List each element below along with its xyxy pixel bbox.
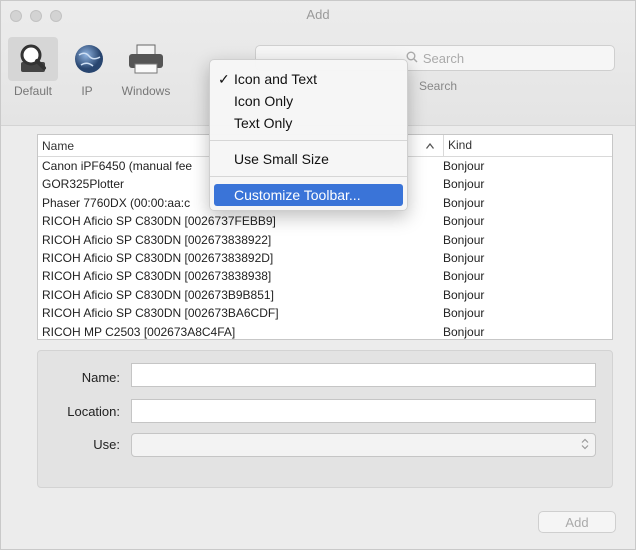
search-placeholder: Search <box>422 50 465 66</box>
row-kind: Bonjour <box>443 269 485 284</box>
name-label: Name: <box>81 370 120 385</box>
menu-item-customize-toolbar[interactable]: Customize Toolbar... <box>214 184 403 206</box>
window-title: Add <box>306 7 330 22</box>
row-kind: Bonjour <box>443 250 485 265</box>
row-kind: Bonjour <box>443 214 485 229</box>
table-row[interactable]: RICOH Aficio SP C830DN [002673BA6CDF] Bon… <box>38 304 612 322</box>
printer-default-icon <box>8 37 58 81</box>
row-name: RICOH Aficio SP C830DN [0026737FEBB9] <box>42 214 276 229</box>
row-name: RICOH Aficio SP C830DN [002673BA6CDF] <box>42 306 279 321</box>
toolbar-windows-label: Windows <box>121 84 171 98</box>
menu-item-label: Customize Toolbar... <box>234 187 361 203</box>
row-name: Phaser 7760DX (00:00:aa:c <box>42 195 191 210</box>
sort-indicator-icon <box>425 140 435 152</box>
table-row[interactable]: RICOH MP C2503 [002673A8C4FA] Bonjour <box>38 323 612 339</box>
row-name: GOR325Plotter <box>42 177 125 192</box>
table-row[interactable]: RICOH Aficio SP C830DN [002673838922] Bon… <box>38 231 612 249</box>
row-name: RICOH Aficio SP C830DN [002673838922] <box>42 232 272 247</box>
toolbar-default-button[interactable]: Default <box>3 37 63 98</box>
name-field[interactable] <box>131 363 596 387</box>
menu-separator <box>210 176 407 177</box>
row-kind: Bonjour <box>443 159 485 173</box>
row-name: RICOH MP C2503 [002673A8C4FA] <box>42 324 236 339</box>
globe-icon <box>67 37 111 81</box>
location-field[interactable] <box>131 399 596 423</box>
table-row[interactable]: RICOH Aficio SP C830DN [002673838938] Bon… <box>38 267 612 285</box>
table-row[interactable]: RICOH Aficio SP C830DN [002673B9B851] Bon… <box>38 286 612 304</box>
row-name: Canon iPF6450 (manual fee <box>42 159 193 173</box>
row-kind: Bonjour <box>443 306 485 321</box>
menu-item-text-only[interactable]: Text Only <box>210 112 407 134</box>
menu-item-icon-only[interactable]: Icon Only <box>210 90 407 112</box>
row-kind: Bonjour <box>443 195 485 210</box>
table-row[interactable]: RICOH Aficio SP C830DN [00267383892D] Bon… <box>38 249 612 267</box>
row-name: RICOH Aficio SP C830DN [00267383892D] <box>42 250 274 265</box>
row-kind: Bonjour <box>443 177 485 192</box>
menu-item-label: Text Only <box>234 115 293 131</box>
printer-details-panel: Name: Location: Use: <box>37 350 613 488</box>
table-row[interactable]: RICOH Aficio SP C830DN [0026737FEBB9] Bon… <box>38 212 612 230</box>
add-printer-window: Add Default IP Windows Search Search Nam… <box>0 0 636 550</box>
add-button[interactable]: Add <box>538 511 616 533</box>
toolbar-ip-label: IP <box>81 84 93 98</box>
menu-item-label: Icon Only <box>234 93 294 109</box>
row-kind: Bonjour <box>443 232 485 247</box>
toolbar-windows-button[interactable]: Windows <box>111 37 181 98</box>
toolbar-ip-button[interactable]: IP <box>67 37 107 98</box>
menu-item-label: Icon and Text <box>234 71 318 87</box>
toolbar-context-menu: ✓ Icon and Text Icon Only Text Only Use … <box>209 59 408 211</box>
menu-item-icon-and-text[interactable]: ✓ Icon and Text <box>210 68 407 90</box>
updown-chevron-icon <box>581 438 589 453</box>
row-name: RICOH Aficio SP C830DN [002673838938] <box>42 269 272 284</box>
checkmark-icon: ✓ <box>218 71 230 87</box>
search-toolbar-label: Search <box>419 79 458 93</box>
menu-item-label: Use Small Size <box>234 151 329 167</box>
row-name: RICOH Aficio SP C830DN [002673B9B851] <box>42 287 274 302</box>
row-kind: Bonjour <box>443 287 485 302</box>
location-label: Location: <box>67 404 120 419</box>
column-header-name[interactable]: Name <box>42 139 74 153</box>
column-header-kind[interactable]: Kind <box>443 135 472 156</box>
use-select[interactable] <box>131 433 596 457</box>
menu-separator <box>210 140 407 141</box>
row-kind: Bonjour <box>443 324 485 339</box>
menu-item-use-small-size[interactable]: Use Small Size <box>210 148 407 170</box>
use-label: Use: <box>93 437 120 452</box>
toolbar-default-label: Default <box>13 84 53 98</box>
windows-printer-icon <box>124 37 168 81</box>
